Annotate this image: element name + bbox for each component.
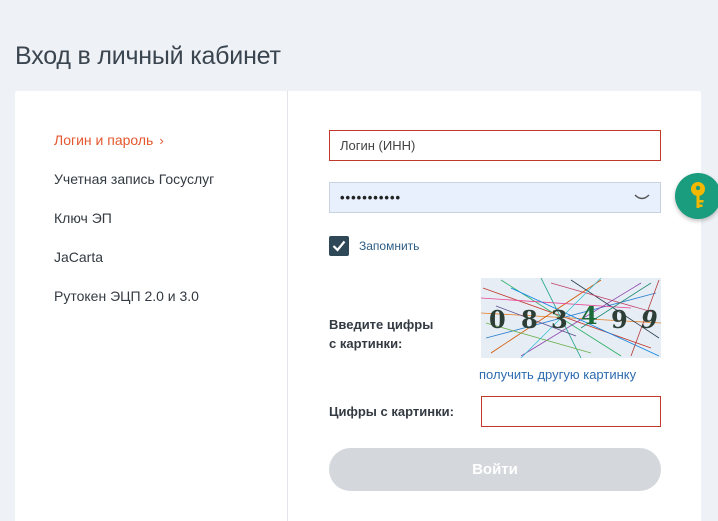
- captcha-input[interactable]: [481, 396, 661, 427]
- captcha-instruction-line: с картинки:: [329, 336, 403, 351]
- password-value: •••••••••••: [340, 190, 402, 205]
- captcha-refresh-link[interactable]: получить другую картинку: [479, 367, 636, 382]
- captcha-digit: 9: [611, 305, 628, 334]
- login-placeholder: Логин (ИНН): [340, 138, 416, 153]
- chevron-right-icon: ›: [159, 133, 164, 148]
- password-input[interactable]: •••••••••••: [329, 182, 661, 213]
- nav-item-login-password[interactable]: Логин и пароль ›: [54, 132, 164, 148]
- captcha-digit: 4: [581, 301, 598, 330]
- login-input[interactable]: Логин (ИНН): [329, 130, 661, 161]
- checkmark-icon: [332, 240, 346, 252]
- captcha-digit: 3: [551, 305, 568, 334]
- key-button[interactable]: [675, 173, 718, 219]
- captcha-input-label: Цифры с картинки:: [329, 404, 454, 419]
- remember-label[interactable]: Запомнить: [359, 239, 419, 253]
- nav-item-gosuslugi[interactable]: Учетная запись Госуслуг: [54, 171, 214, 187]
- eye-closed-icon[interactable]: [634, 192, 650, 202]
- nav-item-label: Рутокен ЭЦП 2.0 и 3.0: [54, 288, 199, 304]
- page-title: Вход в личный кабинет: [15, 42, 281, 70]
- captcha-digit: 8: [521, 305, 538, 334]
- nav-item-label: Учетная запись Госуслуг: [54, 171, 215, 187]
- nav-item-label: Логин и пароль: [54, 132, 154, 148]
- login-submit-button[interactable]: Войти: [329, 448, 661, 491]
- captcha-instruction-line: Введите цифры: [329, 317, 434, 332]
- nav-item-label: JaCarta: [54, 249, 104, 265]
- remember-checkbox[interactable]: [329, 236, 349, 256]
- nav-item-jacarta[interactable]: JaCarta: [54, 249, 103, 265]
- captcha-image: 0 8 3 4 9 9: [480, 277, 662, 359]
- nav-item-label: Ключ ЭП: [54, 210, 112, 226]
- captcha-digit: 9: [641, 305, 658, 334]
- captcha-digit: 0: [489, 305, 506, 334]
- login-card: Логин и пароль › Учетная запись Госуслуг …: [15, 91, 718, 521]
- nav-item-rutoken[interactable]: Рутокен ЭЦП 2.0 и 3.0: [54, 288, 199, 304]
- key-icon: [691, 182, 705, 208]
- nav-item-ep-key[interactable]: Ключ ЭП: [54, 210, 112, 226]
- auth-method-nav: Логин и пароль › Учетная запись Госуслуг …: [15, 91, 288, 521]
- captcha-instruction: Введите цифры с картинки:: [329, 315, 469, 353]
